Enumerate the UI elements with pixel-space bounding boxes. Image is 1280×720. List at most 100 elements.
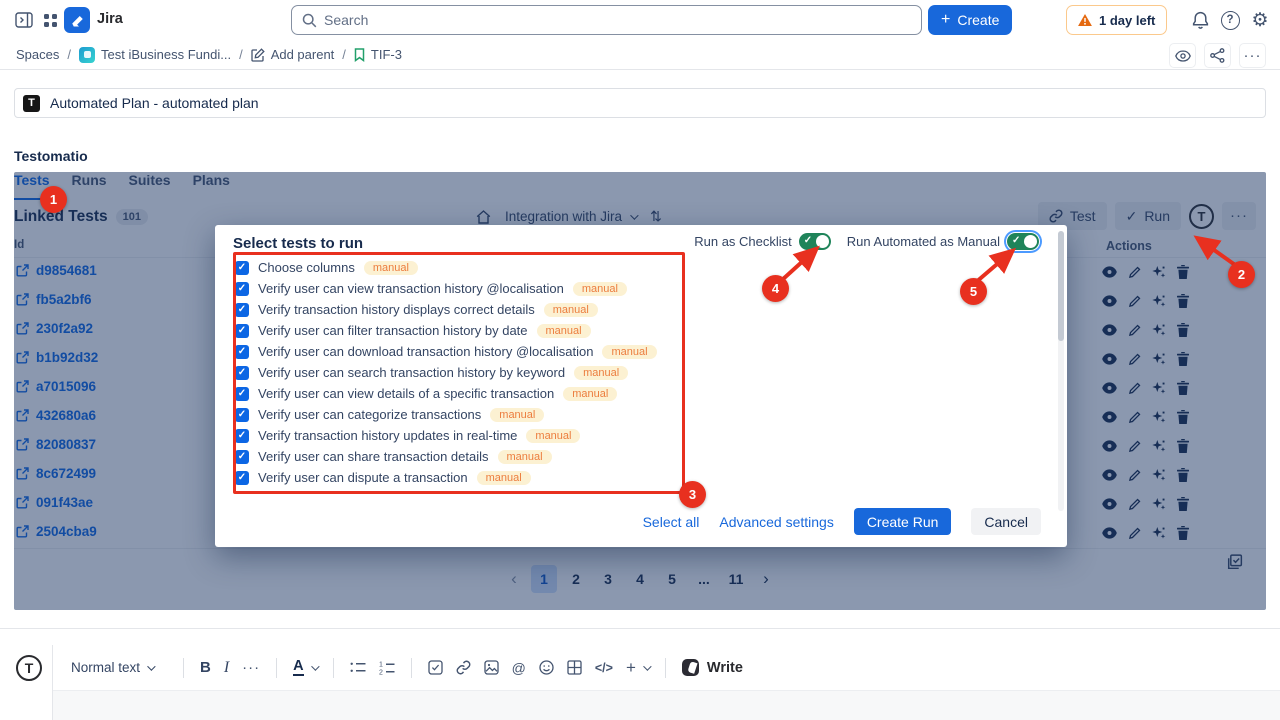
chevron-down-icon	[311, 662, 319, 670]
task-list-button[interactable]	[428, 660, 443, 675]
editor-text-area[interactable]	[53, 691, 1280, 720]
test-row: ✓ Verify user can view transaction histo…	[235, 488, 875, 494]
svg-text:2: 2	[379, 669, 383, 674]
editor-toolbar: Normal text B I ··· A 12	[53, 645, 1280, 691]
sidebar-toggle-icon[interactable]	[10, 6, 38, 34]
bold-button[interactable]: B	[200, 659, 211, 676]
insert-more-button[interactable]: +	[626, 658, 649, 678]
test-row: ✓ Verify user can filter transaction his…	[235, 320, 875, 341]
test-label: Choose columns	[258, 260, 355, 275]
breadcrumb-space[interactable]: Test iBusiness Fundi...	[79, 47, 231, 63]
annotation-1: 1	[40, 186, 67, 213]
bullet-list-button[interactable]	[350, 661, 366, 674]
test-checkbox[interactable]: ✓	[235, 261, 249, 275]
text-style-dropdown[interactable]: Normal text	[71, 660, 167, 675]
watch-eye-icon[interactable]	[1169, 43, 1196, 68]
test-label: Verify transaction history updates in re…	[258, 428, 517, 443]
manual-badge: manual	[573, 492, 627, 495]
test-label: Verify user can filter transaction histo…	[258, 323, 528, 338]
annotation-5: 5	[960, 278, 987, 305]
breadcrumb-add-parent[interactable]: Add parent	[251, 47, 335, 62]
manual-badge: manual	[544, 303, 598, 317]
run-automated-as-manual-toggle[interactable]: ✓	[1007, 233, 1039, 250]
test-checkbox[interactable]: ✓	[235, 471, 249, 485]
numbered-list-button[interactable]: 12	[379, 661, 395, 675]
create-button[interactable]: + Create	[928, 5, 1012, 35]
chevron-down-icon	[643, 662, 651, 670]
text-color-button[interactable]: A	[293, 659, 316, 676]
manual-badge: manual	[490, 408, 544, 422]
automated-plan-panel[interactable]: T Automated Plan - automated plan	[14, 88, 1266, 118]
run-as-checklist-label: Run as Checklist	[694, 234, 792, 249]
cancel-button[interactable]: Cancel	[971, 508, 1041, 535]
insert-image-button[interactable]	[484, 660, 499, 675]
mention-button[interactable]: @	[512, 660, 526, 676]
more-formatting-button[interactable]: ···	[242, 659, 260, 676]
test-checkbox[interactable]: ✓	[235, 387, 249, 401]
run-automated-as-manual-label: Run Automated as Manual	[847, 234, 1000, 249]
test-label: Verify user can search transaction histo…	[258, 365, 565, 380]
svg-text:1: 1	[379, 661, 383, 668]
top-navigation: Jira Search + Create 1 day left ? ⚙	[0, 0, 1280, 40]
insert-link-button[interactable]	[456, 660, 471, 675]
search-icon	[302, 13, 317, 28]
manual-badge: manual	[526, 429, 580, 443]
code-block-button[interactable]: </>	[595, 661, 613, 675]
test-checkbox[interactable]: ✓	[235, 408, 249, 422]
warning-icon	[1078, 14, 1092, 26]
manual-badge: manual	[602, 345, 656, 359]
space-avatar	[79, 47, 95, 63]
test-label: Verify user can share transaction detail…	[258, 449, 489, 464]
test-checkbox[interactable]: ✓	[235, 450, 249, 464]
test-row: ✓ Verify transaction history updates in …	[235, 425, 875, 446]
create-run-button[interactable]: Create Run	[854, 508, 952, 535]
manual-badge: manual	[477, 471, 531, 485]
test-checkbox[interactable]: ✓	[235, 282, 249, 296]
help-icon[interactable]: ?	[1216, 6, 1244, 34]
manual-badge: manual	[574, 366, 628, 380]
select-tests-modal: Select tests to run Run as Checklist ✓ R…	[215, 225, 1067, 547]
italic-button[interactable]: I	[224, 659, 229, 677]
run-as-checklist-toggle[interactable]: ✓	[799, 233, 831, 250]
test-checkbox[interactable]: ✓	[235, 366, 249, 380]
chevron-down-icon	[147, 662, 155, 670]
test-row: ✓ Verify user can share transaction deta…	[235, 446, 875, 467]
test-checkbox[interactable]: ✓	[235, 345, 249, 359]
jira-logo[interactable]	[64, 7, 90, 33]
search-placeholder: Search	[324, 12, 368, 28]
annotation-4: 4	[762, 275, 789, 302]
testomatio-logo: T	[23, 95, 40, 112]
test-label: Verify transaction history displays corr…	[258, 302, 535, 317]
test-checkbox[interactable]: ✓	[235, 492, 249, 495]
test-checkbox[interactable]: ✓	[235, 429, 249, 443]
app-switcher-icon[interactable]	[36, 6, 64, 34]
comment-editor: Normal text B I ··· A 12	[52, 645, 1280, 720]
breadcrumb: Spaces / Test iBusiness Fundi... / Add p…	[0, 40, 1280, 70]
advanced-settings-link[interactable]: Advanced settings	[719, 514, 833, 530]
share-icon[interactable]	[1204, 43, 1231, 68]
ai-write-button[interactable]: Write	[682, 659, 743, 676]
search-input[interactable]: Search	[291, 5, 922, 35]
breadcrumb-spaces[interactable]: Spaces	[16, 47, 59, 62]
insert-table-button[interactable]	[567, 660, 582, 675]
annotation-2: 2	[1228, 261, 1255, 288]
manual-badge: manual	[537, 324, 591, 338]
modal-scrollbar[interactable]	[1058, 231, 1064, 511]
edit-icon	[251, 48, 265, 62]
more-actions-icon[interactable]: ···	[1239, 43, 1266, 68]
notifications-bell-icon[interactable]	[1186, 6, 1214, 34]
panel-title: Automated Plan - automated plan	[50, 95, 259, 111]
test-label: Verify user can categorize transactions	[258, 407, 481, 422]
annotation-3: 3	[679, 481, 706, 508]
test-row: ✓ Verify user can download transaction h…	[235, 341, 875, 362]
test-label: Verify user can view details of a specif…	[258, 386, 554, 401]
page: Jira Search + Create 1 day left ? ⚙ Spac…	[0, 0, 1280, 720]
emoji-button[interactable]	[539, 660, 554, 675]
settings-gear-icon[interactable]: ⚙	[1246, 6, 1274, 34]
test-row: ✓ Verify user can categorize transaction…	[235, 404, 875, 425]
trial-countdown-badge[interactable]: 1 day left	[1066, 5, 1167, 35]
breadcrumb-page[interactable]: TIF-3	[354, 47, 402, 62]
test-checkbox[interactable]: ✓	[235, 324, 249, 338]
test-checkbox[interactable]: ✓	[235, 303, 249, 317]
select-all-link[interactable]: Select all	[643, 514, 700, 530]
